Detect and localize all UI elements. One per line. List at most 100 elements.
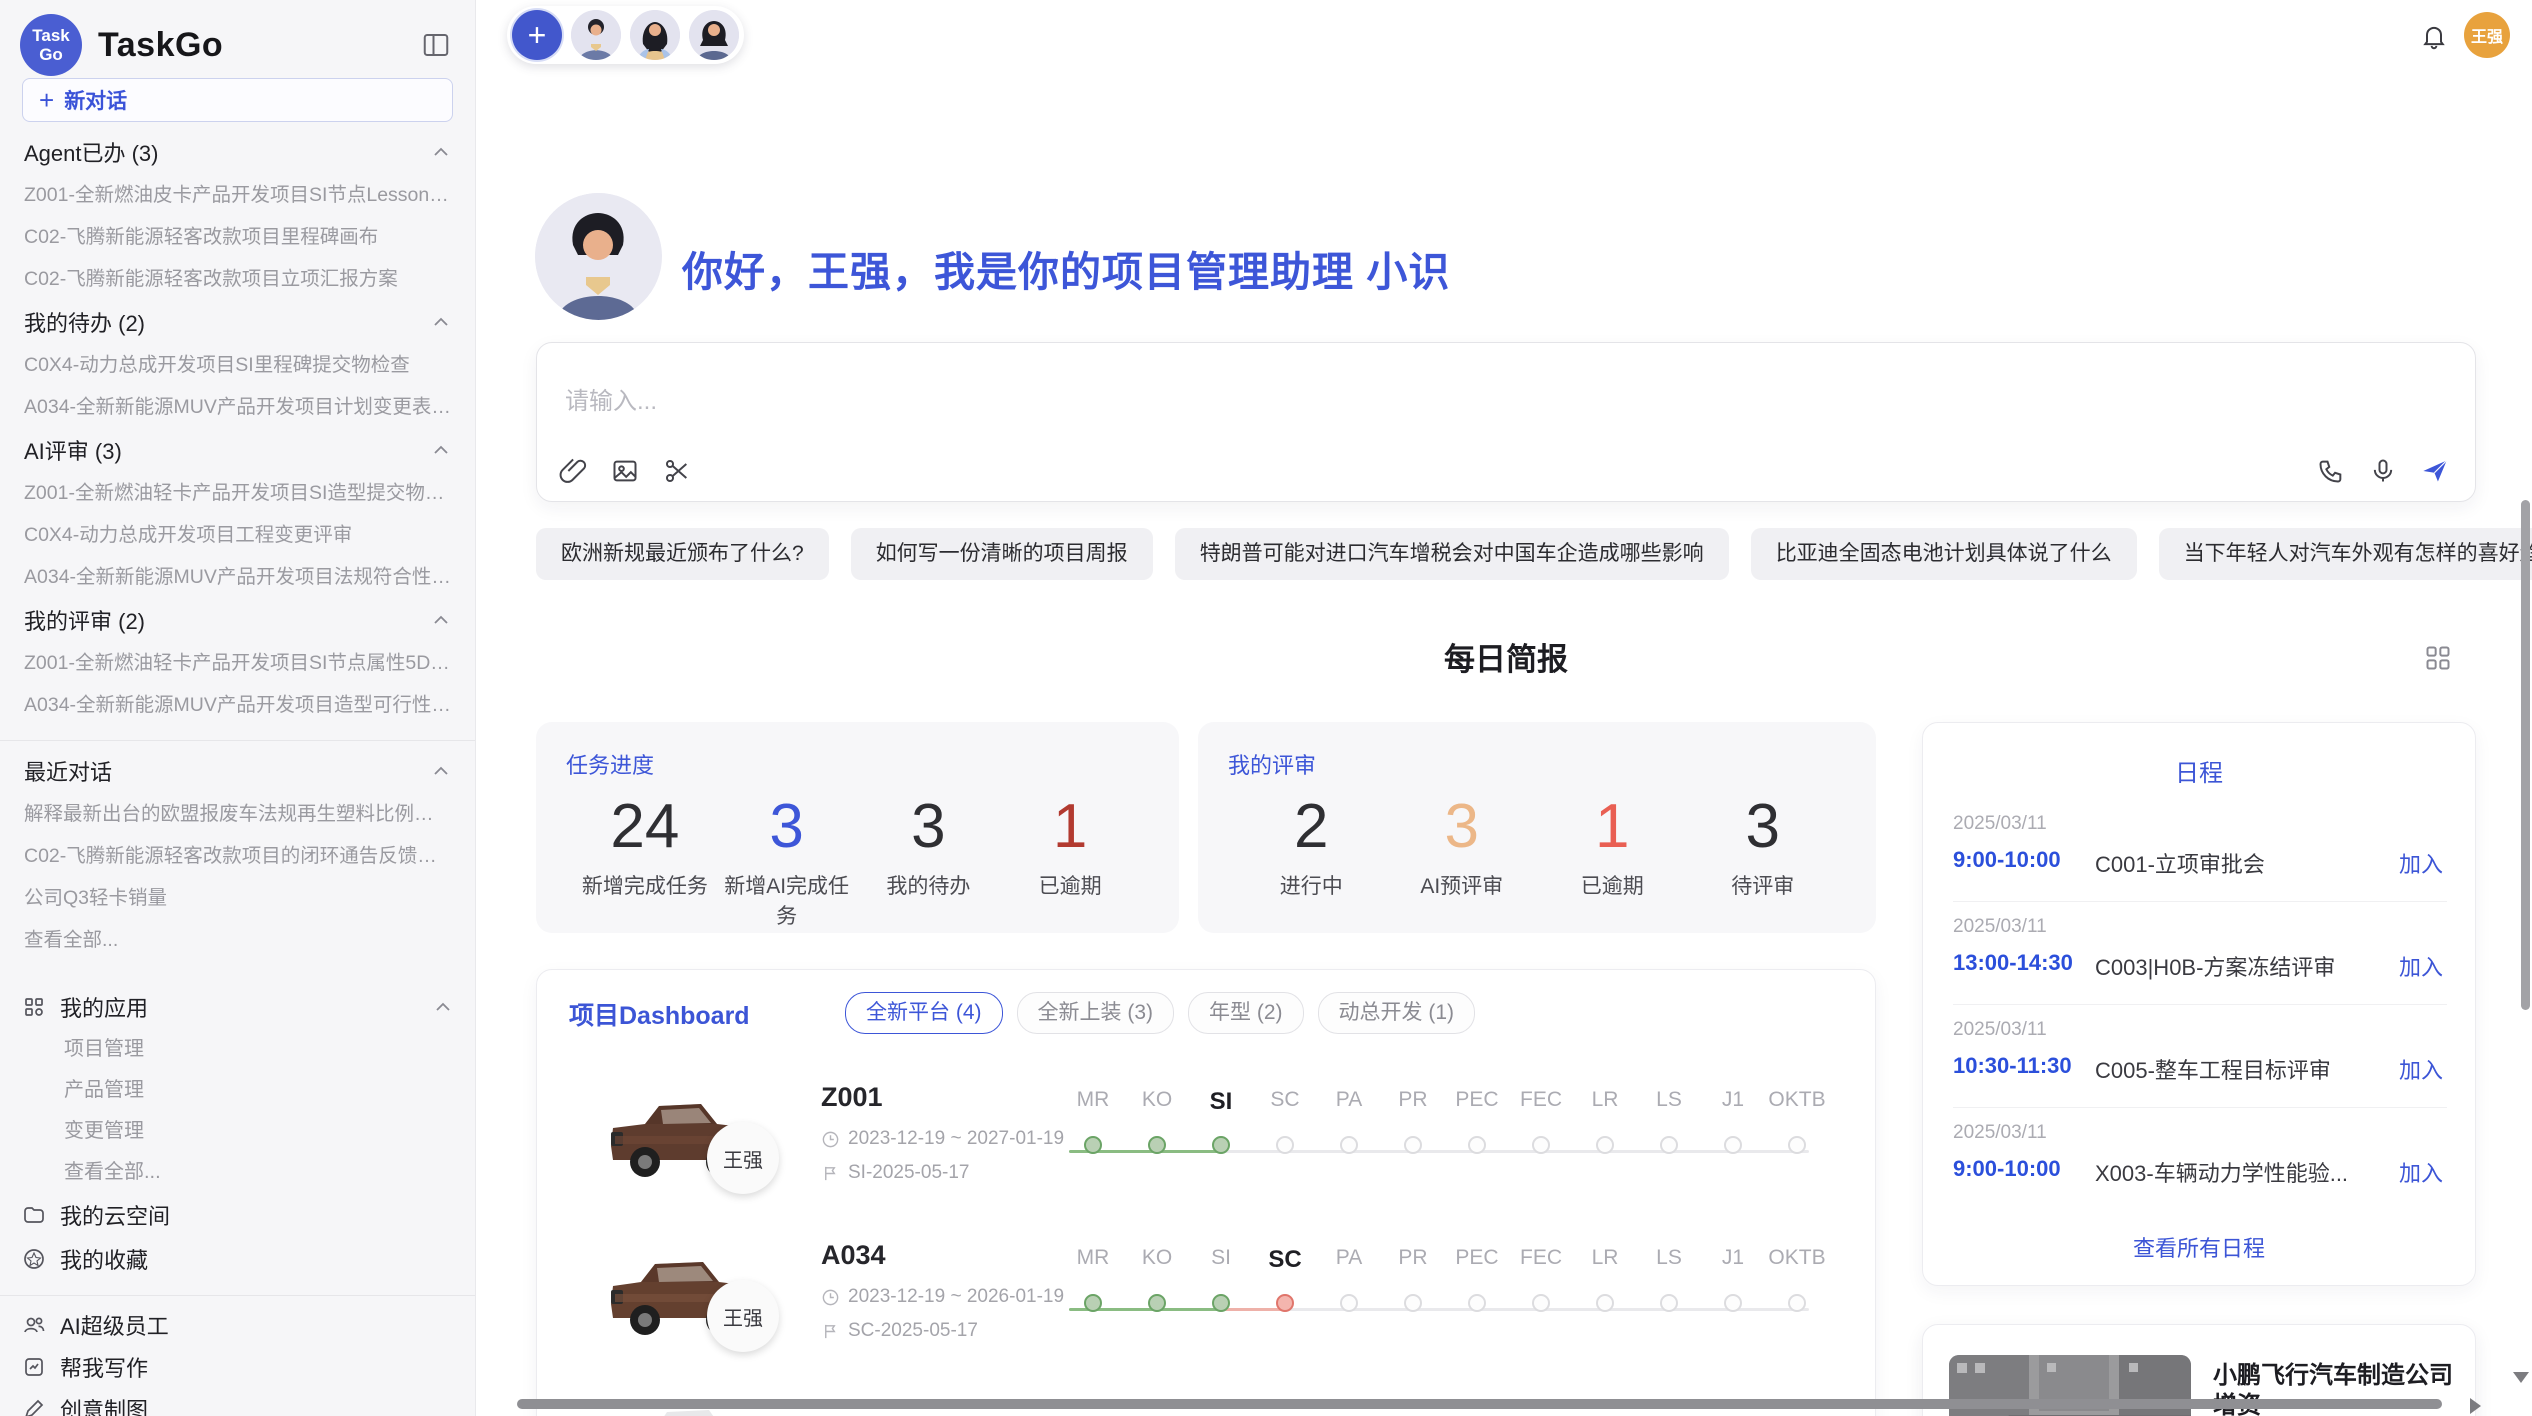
clock-icon: [821, 1130, 840, 1149]
chevron-up-icon[interactable]: [431, 312, 451, 332]
conversation-item[interactable]: Z001-全新燃油轻卡产品开发项目SI节点属性5D文件评审: [0, 642, 475, 684]
milestone: SC: [1253, 1224, 1317, 1312]
section-my-todo[interactable]: 我的待办 (2): [24, 300, 451, 344]
conversation-item[interactable]: A034-全新新能源MUV产品开发项目计划变更表编写: [0, 386, 475, 428]
schedule-card: 日程 2025/03/11 9:00-10:00 C001-立项审批会 加入 2…: [1922, 722, 2476, 1286]
layout-grid-icon[interactable]: [2424, 644, 2452, 672]
agent-avatar-1[interactable]: [571, 10, 621, 60]
recent-chat-item[interactable]: 公司Q3轻卡销量: [0, 877, 475, 919]
sidebar-item-my-apps[interactable]: 我的应用: [22, 985, 453, 1029]
conversation-item[interactable]: A034-全新新能源MUV产品开发项目法规符合性评审: [0, 556, 475, 598]
insert-image-icon[interactable]: [611, 457, 639, 485]
milestone: OKTB: [1765, 1066, 1829, 1154]
user-avatar[interactable]: 王强: [2464, 12, 2510, 58]
milestone: LS: [1637, 1066, 1701, 1154]
favorites-label: 我的收藏: [60, 1243, 148, 1275]
tab-new-platform[interactable]: 全新平台 (4): [845, 992, 1003, 1034]
tab-year-model[interactable]: 年型 (2): [1188, 992, 1304, 1034]
section-recent-chats[interactable]: 最近对话: [24, 749, 451, 793]
agent-switcher: +: [507, 6, 744, 64]
tab-powertrain[interactable]: 动总开发 (1): [1318, 992, 1476, 1034]
milestone-dot: [1788, 1294, 1806, 1312]
conversation-item[interactable]: A034-全新新能源MUV产品开发项目造型可行性评审: [0, 684, 475, 726]
chevron-up-icon[interactable]: [431, 610, 451, 630]
vertical-scrollbar[interactable]: [2521, 500, 2530, 1010]
notification-bell-icon[interactable]: [2420, 22, 2448, 50]
daily-brief-title: 每日简报: [536, 634, 2476, 679]
tab-new-body[interactable]: 全新上装 (3): [1017, 992, 1175, 1034]
stat-in-progress: 2进行中: [1236, 790, 1387, 900]
suggestion-chip[interactable]: 特朗普可能对进口汽车增税会对中国车企造成哪些影响: [1175, 528, 1729, 580]
project-date-range: 2023-12-19 ~ 2027-01-19: [848, 1128, 1064, 1150]
my-review-card: 我的评审 2进行中 3AI预评审 1已逾期 3待评审: [1198, 722, 1876, 933]
project-row-z001[interactable]: 王强 Z001 2023-12-19 ~ 2027-01-19 SI-2025-…: [537, 1066, 1877, 1231]
project-row-a034[interactable]: 王强 A034 2023-12-19 ~ 2026-01-19 SC-2025-…: [537, 1224, 1877, 1389]
add-agent-button[interactable]: +: [512, 10, 562, 60]
chevron-up-icon[interactable]: [431, 761, 451, 781]
horizontal-scrollbar[interactable]: [517, 1399, 2442, 1409]
recent-chat-item[interactable]: 解释最新出台的欧盟报废车法规再生塑料比例被调至15%...: [0, 793, 475, 835]
schedule-item: 2025/03/11 9:00-10:00 C001-立项审批会 加入: [1953, 799, 2447, 902]
sidebar-collapse-icon[interactable]: [421, 30, 451, 60]
chevron-up-icon[interactable]: [433, 997, 453, 1017]
scroll-down-arrow[interactable]: [2513, 1372, 2529, 1383]
conversation-item[interactable]: C02-飞腾新能源轻客改款项目立项汇报方案: [0, 258, 475, 300]
milestone-dot: [1724, 1294, 1742, 1312]
view-all-chats-link[interactable]: 查看全部...: [0, 919, 475, 961]
view-all-schedule-link[interactable]: 查看所有日程: [1923, 1231, 2475, 1263]
suggestion-chip[interactable]: 当下年轻人对汽车外观有怎样的喜好趋势: [2159, 528, 2532, 580]
stat-ai-prereview: 3AI预评审: [1387, 790, 1538, 900]
sidebar-item-favorites[interactable]: 我的收藏: [22, 1237, 453, 1281]
agent-avatar-2[interactable]: [630, 10, 680, 60]
app-item-change-mgmt[interactable]: 变更管理: [0, 1111, 475, 1152]
suggestion-chip[interactable]: 如何写一份清晰的项目周报: [851, 528, 1153, 580]
milestone-dot: [1660, 1294, 1678, 1312]
sidebar-item-ai-super-staff[interactable]: AI超级员工: [22, 1304, 453, 1346]
chevron-up-icon[interactable]: [431, 142, 451, 162]
chat-input[interactable]: [563, 387, 2067, 417]
section-agent-done[interactable]: Agent已办 (3): [24, 130, 451, 174]
attach-file-icon[interactable]: [559, 457, 587, 485]
view-all-apps-link[interactable]: 查看全部...: [0, 1152, 475, 1193]
conversation-item[interactable]: C0X4-动力总成开发项目SI里程碑提交物检查: [0, 344, 475, 386]
section-my-review[interactable]: 我的评审 (2): [24, 598, 451, 642]
join-link[interactable]: 加入: [2399, 847, 2443, 879]
join-link[interactable]: 加入: [2399, 1156, 2443, 1188]
conversation-item[interactable]: C02-飞腾新能源轻客改款项目里程碑画布: [0, 216, 475, 258]
suggestion-chip[interactable]: 欧洲新规最近颁布了什么?: [536, 528, 829, 580]
milestone: LR: [1573, 1066, 1637, 1154]
milestone: LS: [1637, 1224, 1701, 1312]
milestone: KO: [1125, 1224, 1189, 1312]
section-label: 最近对话: [24, 755, 112, 787]
scroll-right-arrow[interactable]: [2470, 1398, 2481, 1414]
new-chat-button[interactable]: + 新对话: [22, 78, 453, 122]
section-ai-review[interactable]: AI评审 (3): [24, 428, 451, 472]
milestone: PA: [1317, 1066, 1381, 1154]
chevron-up-icon[interactable]: [431, 440, 451, 460]
microphone-icon[interactable]: [2369, 457, 2397, 485]
sidebar-item-cloud-space[interactable]: 我的云空间: [22, 1193, 453, 1237]
milestone: MR: [1061, 1066, 1125, 1154]
app-item-product-mgmt[interactable]: 产品管理: [0, 1070, 475, 1111]
schedule-date: 2025/03/11: [1953, 1122, 2047, 1144]
agent-avatar-3[interactable]: [689, 10, 739, 60]
taskgo-app: Task Go TaskGo + 新对话 Agent已办 (3) Z001-全新…: [0, 0, 2532, 1416]
recent-chat-item[interactable]: C02-飞腾新能源轻客改款项目的闭环通告反馈情况: [0, 835, 475, 877]
conversation-item[interactable]: Z001-全新燃油轻卡产品开发项目SI造型提交物评审: [0, 472, 475, 514]
scissors-icon[interactable]: [663, 457, 691, 485]
voice-call-icon[interactable]: [2317, 457, 2345, 485]
suggestion-chip[interactable]: 比亚迪全固态电池计划具体说了什么: [1751, 528, 2137, 580]
sidebar-item-creative-drawing[interactable]: 创意制图: [22, 1388, 453, 1416]
milestone-dot: [1148, 1136, 1166, 1154]
send-icon[interactable]: [2421, 457, 2449, 485]
conversation-item[interactable]: C0X4-动力总成开发项目工程变更评审: [0, 514, 475, 556]
join-link[interactable]: 加入: [2399, 950, 2443, 982]
app-item-project-mgmt[interactable]: 项目管理: [0, 1029, 475, 1070]
milestone: SC: [1253, 1066, 1317, 1154]
schedule-time: 9:00-10:00: [1953, 1156, 2061, 1182]
conversation-item[interactable]: Z001-全新燃油皮卡产品开发项目SI节点Lesson Learn报告: [0, 174, 475, 216]
sidebar-item-help-me-write[interactable]: 帮我写作: [22, 1346, 453, 1388]
join-link[interactable]: 加入: [2399, 1053, 2443, 1085]
milestone-dot: [1596, 1294, 1614, 1312]
stat-overdue: 1已逾期: [1537, 790, 1688, 900]
